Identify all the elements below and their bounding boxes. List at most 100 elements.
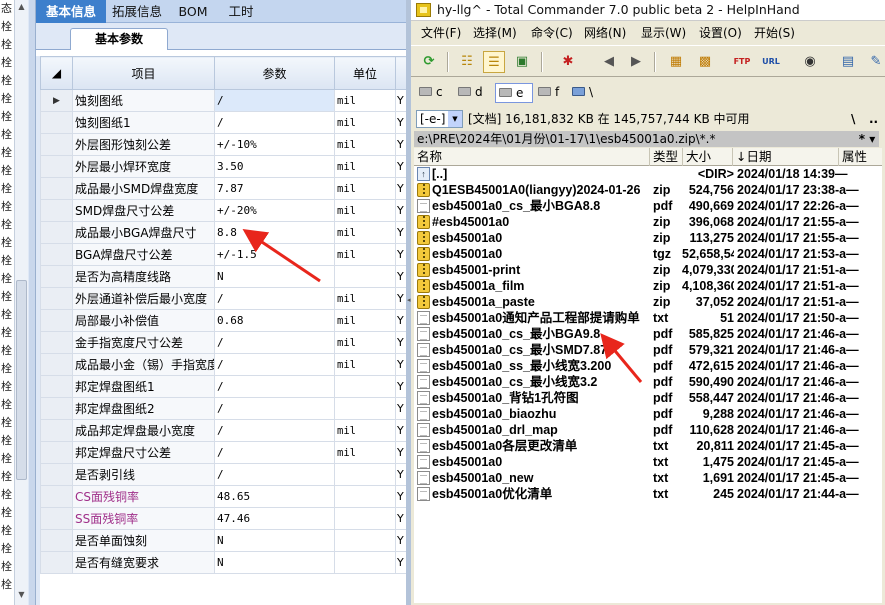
param-extra-cell[interactable]: Y [395, 463, 407, 486]
view-file-icon[interactable]: ▤ [837, 51, 859, 73]
param-name-cell[interactable]: 是否单面蚀刻 [72, 529, 215, 552]
param-value-cell[interactable]: / [214, 441, 335, 464]
menu-settings[interactable]: 设置(O) [699, 25, 742, 42]
param-name-cell[interactable]: SMD焊盘尺寸公差 [72, 199, 215, 222]
brief-view-icon[interactable]: ☷ [456, 51, 478, 73]
param-unit-cell[interactable]: mil [334, 111, 396, 134]
param-unit-cell[interactable] [334, 375, 396, 398]
param-unit-cell[interactable] [334, 397, 396, 420]
splitter-grip-icon[interactable]: ◂ [407, 296, 411, 304]
param-extra-cell[interactable]: Y [395, 221, 407, 244]
file-row[interactable]: esb45001a0_cs_最小BGA8.8 pdf 490,669 2024/01/… [414, 198, 882, 214]
param-value-cell[interactable]: 3.50 [214, 155, 335, 178]
param-value-cell[interactable]: +/-20% [214, 199, 335, 222]
file-row[interactable]: Q1ESB45001A0(liangyy)2024-01-26 zip 524,75… [414, 182, 882, 198]
param-value-cell[interactable]: / [214, 89, 335, 112]
file-row[interactable]: esb45001a0优化清单 txt 245 2024/01/17 21:44-a— [414, 486, 882, 502]
thumbnail-view-icon[interactable]: ▣ [511, 51, 533, 73]
param-extra-cell[interactable]: Y [395, 529, 407, 552]
back-icon[interactable]: ◀ [598, 51, 620, 73]
corner-header[interactable]: ◢ [40, 56, 73, 90]
chevron-down-icon[interactable]: ▼ [448, 111, 462, 127]
param-unit-cell[interactable]: mil [334, 287, 396, 310]
param-value-cell[interactable]: +/-10% [214, 133, 335, 156]
param-extra-cell[interactable]: Y [395, 243, 407, 266]
param-extra-cell[interactable]: Y [395, 375, 407, 398]
param-name-cell[interactable]: BGA焊盘尺寸公差 [72, 243, 215, 266]
param-name-cell[interactable]: 邦定焊盘图纸2 [72, 397, 215, 420]
param-value-cell[interactable]: / [214, 397, 335, 420]
param-unit-cell[interactable]: mil [334, 177, 396, 200]
scroll-up-icon[interactable]: ▲ [16, 2, 27, 11]
tab-hours[interactable]: 工时 [218, 0, 264, 23]
column-header-unit[interactable]: 单位 [334, 56, 396, 90]
drive-f[interactable]: f [535, 83, 573, 103]
drive-network[interactable]: \ [569, 83, 603, 103]
file-row[interactable]: esb45001a0 tgz 52,658,5442024/01/17 21:53-… [414, 246, 882, 262]
file-row[interactable]: esb45001a0通知产品工程部提请购单 txt 51 2024/01/17 21:… [414, 310, 882, 326]
param-unit-cell[interactable]: mil [334, 331, 396, 354]
param-extra-cell[interactable]: Y [395, 353, 407, 376]
param-extra-cell[interactable]: Y [395, 419, 407, 442]
param-value-cell[interactable]: / [214, 463, 335, 486]
tab-basic-info[interactable]: 基本信息 [36, 0, 106, 23]
table-row[interactable]: 是否有缝宽要求 N Y [40, 551, 407, 574]
param-extra-cell[interactable]: Y [395, 155, 407, 178]
param-unit-cell[interactable]: mil [334, 419, 396, 442]
param-unit-cell[interactable] [334, 463, 396, 486]
param-name-cell[interactable]: CS面残铜率 [72, 485, 215, 508]
param-unit-cell[interactable] [334, 485, 396, 508]
scroll-down-icon[interactable]: ▼ [16, 590, 27, 599]
param-value-cell[interactable]: 8.8 [214, 221, 335, 244]
param-name-cell[interactable]: 金手指宽度尺寸公差 [72, 331, 215, 354]
drive-e[interactable]: e [495, 83, 533, 103]
table-row[interactable]: 邦定焊盘图纸2/ Y [40, 397, 407, 420]
table-row[interactable]: 邦定焊盘图纸1/ Y [40, 375, 407, 398]
param-unit-cell[interactable]: mil [334, 89, 396, 112]
file-row[interactable]: esb45001a0 txt 1,475 2024/01/17 21:45-a— [414, 454, 882, 470]
edit-file-icon[interactable]: ✎ [865, 51, 885, 73]
param-name-cell[interactable]: 外层图形蚀刻公差 [72, 133, 215, 156]
current-path[interactable]: e:\PRE\2024年\01月份\01-17\1\esb45001a0.zip… [414, 131, 879, 147]
table-row[interactable]: 是否为高精度线路 N Y [40, 265, 407, 288]
table-row[interactable]: CS面残铜率 48.65 Y [40, 485, 407, 508]
param-value-cell[interactable]: / [214, 331, 335, 354]
param-extra-cell[interactable]: Y [395, 111, 407, 134]
file-row[interactable]: esb45001-print zip 4,079,330 2024/01/17 21:… [414, 262, 882, 278]
tab-extended-info[interactable]: 拓展信息 [106, 0, 168, 23]
param-name-cell[interactable]: 蚀刻图纸1 [72, 111, 215, 134]
file-row[interactable]: esb45001a0_biaozhu pdf 9,288 2024/01/17 21:… [414, 406, 882, 422]
param-value-cell[interactable]: N [214, 529, 335, 552]
file-row[interactable]: esb45001a_film zip 4,108,360 2024/01/17 21:… [414, 278, 882, 294]
param-extra-cell[interactable]: Y [395, 551, 407, 574]
drive-c[interactable]: c [416, 83, 452, 103]
param-name-cell[interactable]: 外层最小焊环宽度 [72, 155, 215, 178]
param-value-cell[interactable]: / [214, 353, 335, 376]
drive-selector[interactable]: [-e-] ▼ [416, 110, 463, 128]
param-value-cell[interactable]: N [214, 265, 335, 288]
param-extra-cell[interactable]: Y [395, 397, 407, 420]
param-unit-cell[interactable] [334, 529, 396, 552]
parent-button[interactable]: .. [869, 110, 878, 128]
param-extra-cell[interactable]: Y [395, 507, 407, 530]
table-row[interactable]: 是否剥引线 / Y [40, 463, 407, 486]
table-row[interactable]: 金手指宽度尺寸公差 / mil Y [40, 331, 407, 354]
param-value-cell[interactable]: 48.65 [214, 485, 335, 508]
refresh-icon[interactable]: ⟳ [418, 51, 440, 73]
param-name-cell[interactable]: 邦定焊盘图纸1 [72, 375, 215, 398]
param-name-cell[interactable]: 是否剥引线 [72, 463, 215, 486]
param-name-cell[interactable]: 蚀刻图纸 [72, 89, 215, 112]
column-header-ext[interactable]: 类型 [650, 148, 683, 166]
unpack-icon[interactable]: ▩ [694, 51, 716, 73]
tab-bom[interactable]: BOM [168, 0, 218, 23]
file-row[interactable]: esb45001a0_cs_最小BGA9.8 pdf 585,825 2024/01/… [414, 326, 882, 342]
param-value-cell[interactable]: 0.68 [214, 309, 335, 332]
invert-selection-icon[interactable]: ✱ [557, 51, 579, 73]
param-name-cell[interactable]: SS面残铜率 [72, 507, 215, 530]
subtab-basic-params[interactable]: 基本参数 [70, 28, 168, 50]
table-row[interactable]: 外层图形蚀刻公差 +/-10% mil Y [40, 133, 407, 156]
file-row[interactable]: esb45001a0各层更改清单 txt 20,811 2024/01/17 21:4… [414, 438, 882, 454]
param-name-cell[interactable]: 成品最小金（锡）手指宽度 [72, 353, 215, 376]
column-header-size[interactable]: 大小 [683, 148, 733, 166]
param-name-cell[interactable]: 是否为高精度线路 [72, 265, 215, 288]
